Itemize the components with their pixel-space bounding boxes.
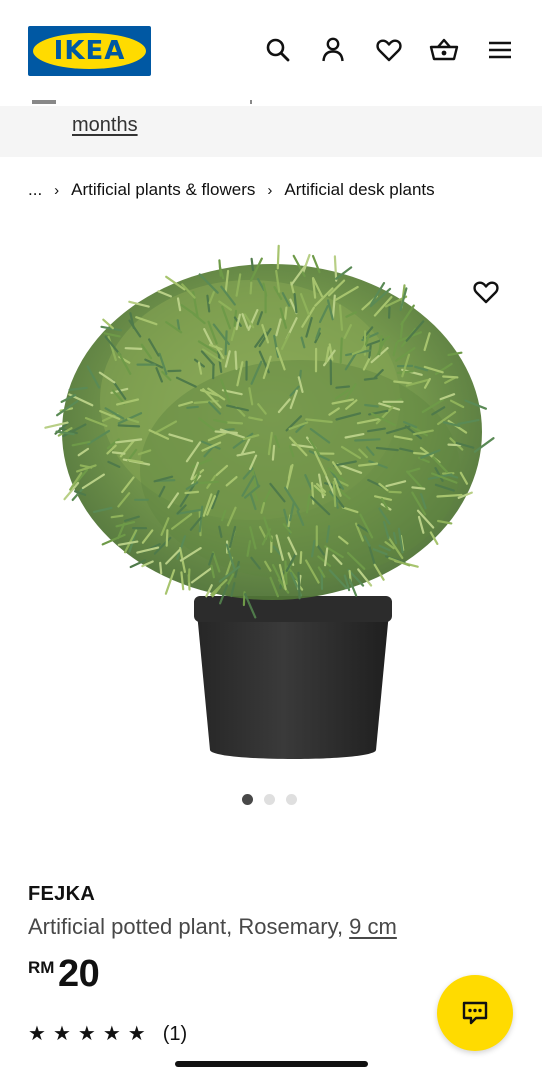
needle-texture bbox=[354, 438, 381, 442]
needle-texture bbox=[284, 560, 288, 585]
product-description: Artificial potted plant, Rosemary, 9 cm bbox=[28, 914, 397, 940]
breadcrumb-ellipsis[interactable]: ... bbox=[28, 180, 42, 200]
star-icon: ★ bbox=[52, 1023, 71, 1045]
breadcrumb-item-desk-plants[interactable]: Artificial desk plants bbox=[284, 180, 434, 200]
breadcrumb-item-artificial-plants[interactable]: Artificial plants & flowers bbox=[71, 180, 255, 200]
needle-texture bbox=[111, 451, 126, 455]
product-image[interactable] bbox=[0, 220, 542, 780]
logo-text: IKEA bbox=[53, 36, 126, 66]
needle-texture bbox=[388, 490, 402, 494]
needle-texture bbox=[284, 306, 288, 320]
needle-texture bbox=[335, 385, 351, 389]
star-icon: ★ bbox=[102, 1023, 121, 1045]
star-icon: ★ bbox=[28, 1023, 46, 1045]
needle-texture bbox=[184, 490, 200, 495]
account-icon[interactable] bbox=[317, 34, 349, 66]
pagination-dot-3[interactable] bbox=[286, 794, 297, 805]
image-pagination-dots bbox=[242, 794, 297, 805]
needle-texture bbox=[124, 347, 143, 350]
needle-texture bbox=[234, 350, 238, 371]
product-description-text: Artificial potted plant, Rosemary, bbox=[28, 914, 350, 939]
needle-texture bbox=[447, 443, 462, 447]
star-icon: ★ bbox=[127, 1023, 146, 1045]
menu-icon[interactable] bbox=[484, 34, 516, 66]
search-icon[interactable] bbox=[262, 34, 294, 66]
needle-texture bbox=[364, 403, 379, 408]
chevron-right-icon: › bbox=[267, 181, 273, 199]
needle-texture bbox=[339, 337, 343, 364]
heart-icon[interactable] bbox=[373, 34, 405, 66]
banner-cut-off-line bbox=[30, 100, 260, 110]
pagination-dot-2[interactable] bbox=[264, 794, 275, 805]
chevron-right-icon: › bbox=[54, 181, 60, 199]
needle-texture bbox=[276, 244, 280, 270]
price-currency: RM bbox=[28, 958, 55, 977]
pagination-dot-1[interactable] bbox=[242, 794, 253, 805]
needle-texture bbox=[297, 571, 301, 600]
chat-button[interactable] bbox=[437, 975, 513, 1051]
add-to-favourites-icon[interactable] bbox=[470, 276, 502, 308]
needle-texture bbox=[159, 561, 163, 575]
needle-texture bbox=[311, 481, 315, 505]
needle-texture bbox=[198, 480, 219, 485]
price-amount: 20 bbox=[58, 953, 100, 995]
product-rating[interactable]: ★ ★ ★ ★ ★ (1) bbox=[28, 1022, 187, 1046]
needle-texture bbox=[299, 551, 303, 565]
needle-texture bbox=[442, 375, 459, 379]
needle-texture bbox=[165, 529, 169, 547]
needle-texture bbox=[411, 486, 426, 490]
needle-texture bbox=[363, 377, 378, 381]
basket-icon[interactable] bbox=[428, 34, 460, 66]
needle-texture bbox=[271, 444, 276, 461]
star-icon: ★ bbox=[77, 1023, 96, 1045]
breadcrumb: ... › Artificial plants & flowers › Arti… bbox=[28, 178, 435, 202]
needle-texture bbox=[333, 255, 338, 282]
needle-texture bbox=[186, 405, 199, 409]
top-header: IKEA bbox=[0, 0, 542, 106]
review-count: (1) bbox=[162, 1022, 188, 1045]
needle-texture bbox=[224, 330, 228, 356]
needle-texture bbox=[110, 514, 124, 519]
banner-link[interactable]: months bbox=[72, 114, 138, 137]
chat-icon bbox=[462, 1001, 488, 1025]
home-indicator bbox=[175, 1061, 368, 1067]
needle-texture bbox=[436, 493, 463, 498]
product-size-link[interactable]: 9 cm bbox=[349, 914, 397, 939]
info-banner: months bbox=[0, 100, 542, 157]
product-name: FEJKA bbox=[28, 883, 96, 905]
needle-texture bbox=[249, 281, 253, 295]
needle-texture bbox=[117, 424, 141, 428]
needle-texture bbox=[250, 257, 255, 272]
ikea-logo[interactable]: IKEA bbox=[28, 26, 151, 76]
product-page: IKEA months ... › Artificial plants & fl… bbox=[0, 0, 542, 1080]
needle-texture bbox=[187, 568, 191, 583]
needle-texture bbox=[225, 421, 244, 425]
